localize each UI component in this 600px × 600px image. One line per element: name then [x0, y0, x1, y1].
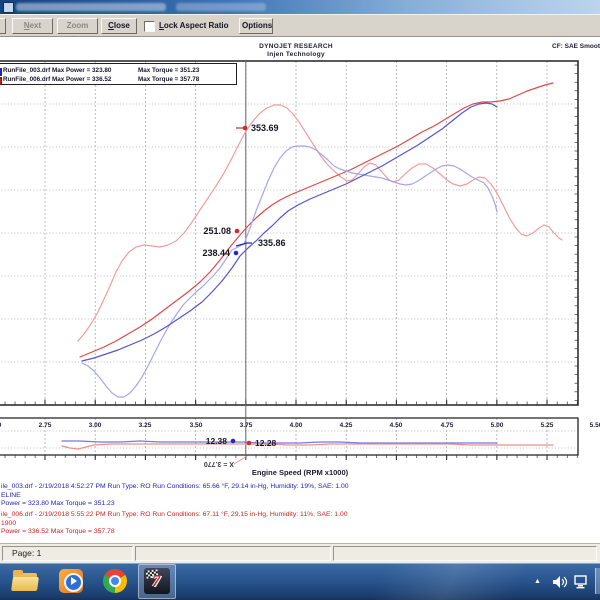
x-tick-label: 5.00 [491, 422, 504, 429]
titlebar-redacted-text [16, 3, 166, 11]
lock-aspect-ratio-label: Lock Aspect Ratio [159, 21, 229, 30]
show-desktop-button[interactable] [595, 568, 600, 594]
cursor-value-label: 12.38 [206, 436, 227, 446]
x-tick-label: 2.50 [0, 422, 1, 429]
x-tick-label: 4.00 [290, 422, 303, 429]
x-tick-label: 3.25 [139, 422, 152, 429]
run-info-line: Power = 336.52 Max Torque = 357.78 [1, 528, 115, 535]
media-player-icon[interactable] [58, 568, 84, 594]
cursor-value-label: 238.44 [202, 248, 230, 258]
toolbar: Next Zoom Out Close Lock Aspect Ratio Op… [0, 14, 600, 37]
cursor-value-label: 12.28 [255, 438, 276, 448]
status-panel [333, 546, 597, 561]
volume-icon[interactable] [552, 575, 568, 589]
x-tick-label: 4.50 [390, 422, 403, 429]
run-info-line: Power = 323.80 Max Torque = 351.23 [1, 500, 115, 507]
windows-taskbar [0, 563, 600, 600]
options-button[interactable]: Options [239, 18, 273, 34]
x-tick-label: 4.75 [441, 422, 454, 429]
status-bar: Page: 1 [0, 543, 600, 563]
cursor-x-readout: X = 3.770 [184, 460, 234, 467]
cursor-value-label: 335.86 [258, 238, 286, 248]
correction-factor-label: CF: SAE Smooth [552, 43, 600, 50]
x-tick-label: 2.75 [39, 422, 52, 429]
chrome-icon[interactable] [102, 568, 128, 594]
window-titlebar[interactable] [0, 0, 600, 14]
windows-explorer-icon[interactable] [12, 568, 38, 594]
run-info-line: ile_006.drf - 2/19/2018 5:55:22 PM Run T… [1, 511, 348, 518]
status-panel [135, 546, 331, 561]
x-tick-label: 3.00 [89, 422, 102, 429]
x-tick-label: 5.50 [590, 422, 600, 429]
legend-row: RunFile_006.drf Max Power = 336.52Max To… [3, 76, 111, 86]
chart-title: DYNOJET RESEARCH [196, 43, 396, 50]
lock-aspect-ratio-checkbox[interactable] [144, 21, 155, 32]
application-window: Next Zoom Out Close Lock Aspect Ratio Op… [0, 0, 600, 600]
x-tick-label: 3.75 [240, 422, 253, 429]
legend-box: RunFile_003.drf Max Power = 323.80Max To… [0, 63, 237, 85]
next-button[interactable]: Next [12, 18, 53, 34]
x-tick-label: 4.25 [340, 422, 353, 429]
x-tick-label: 3.50 [190, 422, 203, 429]
cursor-value-label: 353.69 [251, 123, 279, 133]
run-info-line: 1900 [1, 520, 16, 527]
close-button[interactable]: Close [101, 18, 137, 34]
winpep-app-icon[interactable]: 7 [144, 568, 170, 594]
x-tick-label: 5.25 [541, 422, 554, 429]
titlebar-redacted-text [176, 3, 266, 11]
show-hidden-icons-button[interactable]: ▲ [534, 578, 541, 585]
run-info-line: ile_003.drf - 2/19/2018 4:52:27 PM Run T… [1, 483, 349, 490]
page-indicator: Page: 1 [2, 546, 133, 561]
graph-page: DYNOJET RESEARCH Injen Technology CF: SA… [0, 37, 600, 543]
toolbar-edge-button[interactable] [0, 18, 6, 34]
legend-swatch-blue [0, 68, 2, 76]
zoom-out-button[interactable]: Zoom Out [57, 18, 98, 34]
legend-swatch-red [0, 77, 2, 85]
app-icon [3, 2, 14, 13]
network-icon[interactable] [574, 575, 590, 589]
run-info-line: ELINE [1, 492, 21, 499]
cursor-value-label: 251.08 [203, 226, 231, 236]
chart-subtitle: Injen Technology [196, 51, 396, 58]
x-axis-title: Engine Speed (RPM x1000) [200, 468, 400, 477]
